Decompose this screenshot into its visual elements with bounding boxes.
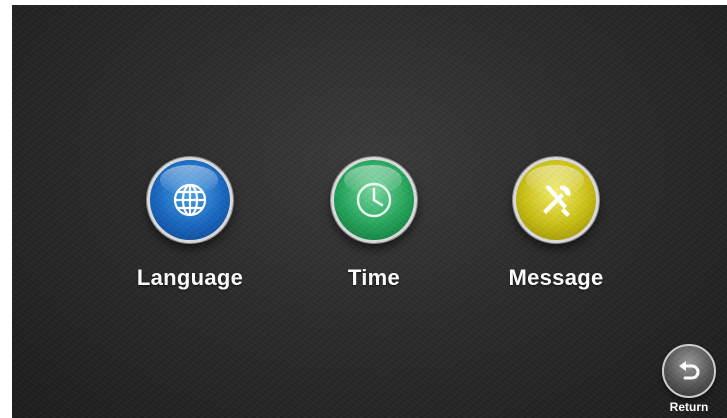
message-button[interactable] — [513, 157, 599, 243]
return-arrow-icon — [679, 361, 700, 380]
language-menu-item[interactable]: Language — [110, 157, 270, 291]
globe-icon — [173, 183, 207, 217]
wrench-screwdriver-icon — [543, 185, 571, 217]
message-label: Message — [508, 265, 604, 290]
time-button[interactable] — [331, 157, 417, 243]
time-menu-item[interactable]: Time — [294, 157, 454, 291]
return-button[interactable]: Return — [659, 344, 719, 414]
time-label: Time — [347, 265, 401, 290]
clock-icon — [356, 182, 392, 218]
message-menu-item[interactable]: Message — [476, 157, 636, 291]
language-button[interactable] — [147, 157, 233, 243]
return-label: Return — [669, 400, 709, 414]
language-label: Language — [136, 265, 244, 290]
return-orb[interactable] — [662, 344, 716, 398]
settings-screen: Language Time Message Return — [12, 5, 727, 418]
